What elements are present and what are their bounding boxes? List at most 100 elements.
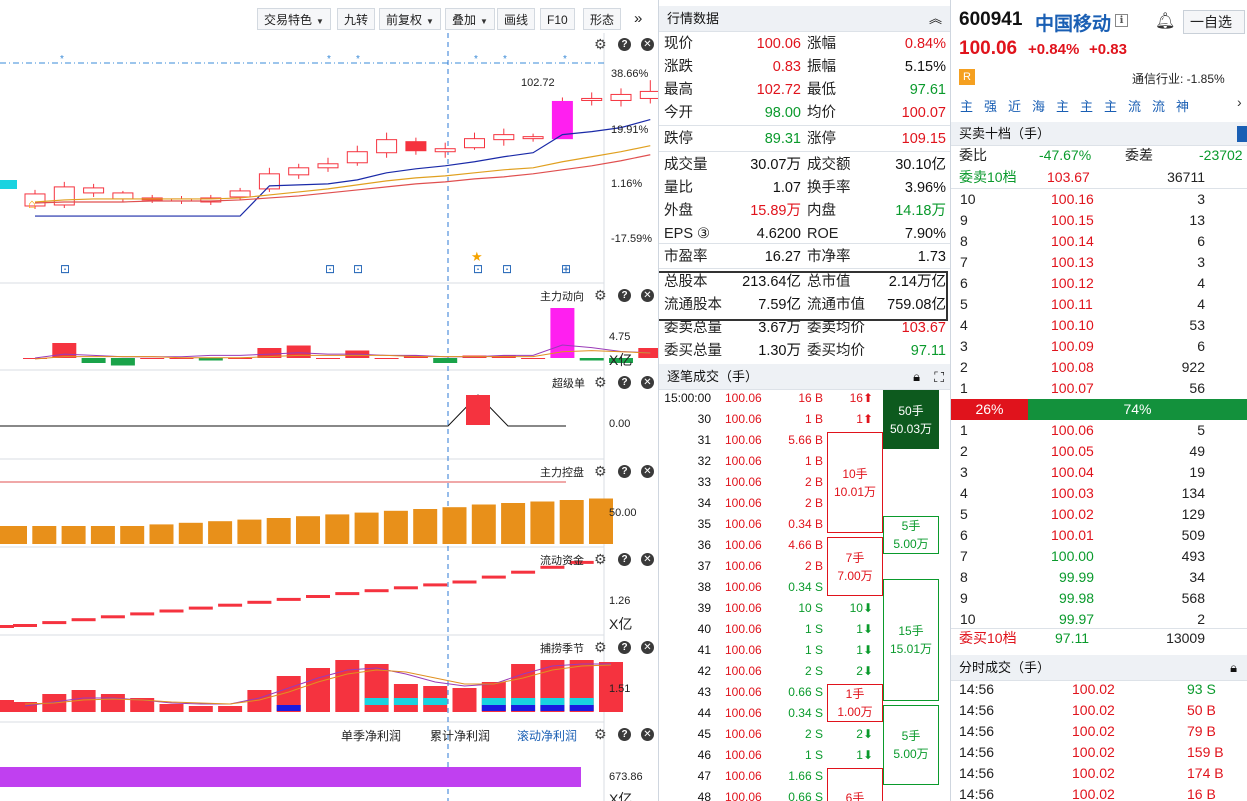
ask-row[interactable]: 2 100.08 922: [951, 357, 1247, 378]
candle-body[interactable]: [434, 148, 456, 153]
collapse-icon[interactable]: ︽: [929, 6, 942, 32]
candle-body[interactable]: [522, 136, 544, 140]
bid-row[interactable]: 5 100.02 129: [951, 504, 1247, 525]
stock-name[interactable]: 中国移动: [1035, 9, 1111, 36]
candle-body[interactable]: [551, 100, 573, 140]
close-icon[interactable]: ✕: [641, 641, 654, 654]
ask-qty: 53: [1189, 317, 1205, 333]
candle-body[interactable]: [83, 187, 105, 194]
ask-row[interactable]: 5 100.11 4: [951, 294, 1247, 315]
close-icon[interactable]: ✕: [641, 376, 654, 389]
stock-tag[interactable]: 流: [1152, 96, 1165, 115]
gear-icon[interactable]: ⚙: [594, 375, 607, 389]
candle-body[interactable]: [376, 139, 398, 154]
event-tag-icon[interactable]: ⊡: [348, 259, 368, 279]
help-icon[interactable]: ?: [618, 38, 631, 51]
tab-cumulative-profit[interactable]: 累计净利润: [430, 727, 490, 744]
stock-tag[interactable]: 主: [1056, 96, 1069, 115]
bid-price: 100.03: [1051, 485, 1094, 501]
lock-icon[interactable]: 🔒︎: [1230, 655, 1237, 681]
stock-tag[interactable]: 主: [1080, 96, 1093, 115]
close-icon[interactable]: ✕: [641, 465, 654, 478]
tick-block: 5手 5.00万: [883, 705, 939, 785]
gear-icon[interactable]: ⚙: [594, 37, 607, 51]
candle-body[interactable]: [288, 167, 310, 176]
stock-tag[interactable]: 海: [1032, 96, 1045, 115]
bid-row[interactable]: 2 100.05 49: [951, 441, 1247, 462]
industry-change[interactable]: 通信行业: -1.85%: [1132, 70, 1225, 87]
tick-block: 10手 10.01万: [827, 432, 883, 533]
stock-tag[interactable]: 近: [1008, 96, 1021, 115]
event-tag-icon[interactable]: ⊡: [320, 259, 340, 279]
settings-badge-icon[interactable]: [1237, 126, 1247, 142]
bell-icon[interactable]: 🔔︎: [1155, 11, 1175, 31]
tick-price: 100.06: [725, 559, 762, 573]
tick-volume: 2 B: [804, 475, 823, 489]
close-icon[interactable]: ✕: [641, 553, 654, 566]
stock-tag[interactable]: 主: [960, 96, 973, 115]
lock-icon[interactable]: 🔒︎: [913, 364, 920, 390]
ask-row[interactable]: 8 100.14 6: [951, 231, 1247, 252]
ask-row[interactable]: 6 100.12 4: [951, 273, 1247, 294]
ask-row[interactable]: 7 100.13 3: [951, 252, 1247, 273]
tick-header: 逐笔成交（手） 🔒︎ ⛶: [659, 364, 950, 390]
close-icon[interactable]: ✕: [641, 38, 654, 51]
help-icon[interactable]: ?: [618, 641, 631, 654]
ask-row[interactable]: 10 100.16 3: [951, 189, 1247, 210]
bid-row[interactable]: 6 100.01 509: [951, 525, 1247, 546]
bid-row[interactable]: 1 100.06 5: [951, 420, 1247, 441]
candle-body[interactable]: [610, 93, 632, 101]
gear-icon[interactable]: ⚙: [594, 288, 607, 302]
stock-tag[interactable]: 流: [1128, 96, 1141, 115]
candle-body[interactable]: [405, 141, 427, 152]
bid-price: 99.99: [1059, 569, 1095, 585]
add-watchlist-button[interactable]: 一自选: [1183, 10, 1245, 34]
stock-tag[interactable]: 神: [1176, 96, 1189, 115]
tab-quarterly-profit[interactable]: 单季净利润: [341, 727, 401, 744]
bid-row[interactable]: 10 99.97 2: [951, 609, 1247, 630]
bid-row[interactable]: 8 99.99 34: [951, 567, 1247, 588]
quote-value: 0.84%: [904, 36, 946, 52]
event-tag-icon[interactable]: ⊡: [497, 259, 517, 279]
bid-row[interactable]: 7 100.00 493: [951, 546, 1247, 567]
close-icon[interactable]: ✕: [641, 728, 654, 741]
ask-row[interactable]: 3 100.09 6: [951, 336, 1247, 357]
candle-body[interactable]: [639, 90, 658, 99]
tab-rolling-profit[interactable]: 滚动净利润: [517, 727, 577, 744]
candle-body[interactable]: [464, 138, 485, 149]
bid-row[interactable]: 4 100.03 134: [951, 483, 1247, 504]
help-icon[interactable]: ?: [618, 553, 631, 566]
ask-row[interactable]: 9 100.15 13: [951, 210, 1247, 231]
fullscreen-icon[interactable]: ⛶: [934, 364, 944, 390]
chart-area[interactable]: 交易特色 ▼ 九转 前复权 ▼ 叠加 ▼ 画线 F10 形态 » * * * * * * ⚙ ?…: [0, 0, 658, 801]
candle-body[interactable]: [581, 97, 603, 101]
candle-body[interactable]: [346, 151, 368, 164]
ask-row[interactable]: 4 100.10 53: [951, 315, 1247, 336]
gear-icon[interactable]: ⚙: [594, 727, 607, 741]
close-icon[interactable]: ✕: [641, 289, 654, 302]
bid-row[interactable]: 3 100.04 19: [951, 462, 1247, 483]
ask-row[interactable]: 1 100.07 56: [951, 378, 1247, 399]
bid-row[interactable]: 9 99.98 568: [951, 588, 1247, 609]
gear-icon[interactable]: ⚙: [594, 552, 607, 566]
tick-block-amount: 10.01万: [833, 484, 877, 499]
candle-body[interactable]: [317, 163, 339, 169]
candle-body[interactable]: [112, 192, 134, 200]
event-tag-icon[interactable]: ⊡: [55, 259, 75, 279]
panel-title-control: 主力控盘: [540, 467, 584, 479]
stock-tag[interactable]: 主: [1104, 96, 1117, 115]
indicator-bar: [90, 526, 115, 544]
candle-body[interactable]: [493, 134, 515, 141]
stock-tag[interactable]: 强: [984, 96, 997, 115]
gear-icon[interactable]: ⚙: [594, 464, 607, 478]
help-icon[interactable]: ?: [618, 728, 631, 741]
indicator-bar: [452, 688, 477, 712]
candle-body[interactable]: [229, 190, 251, 198]
quote-label: 内盘: [807, 203, 836, 219]
help-icon[interactable]: ?: [618, 465, 631, 478]
info-icon[interactable]: ℹ: [1115, 14, 1128, 27]
calendar-icon[interactable]: ⊞: [556, 259, 576, 279]
help-icon[interactable]: ?: [618, 289, 631, 302]
gear-icon[interactable]: ⚙: [594, 640, 607, 654]
help-icon[interactable]: ?: [618, 376, 631, 389]
